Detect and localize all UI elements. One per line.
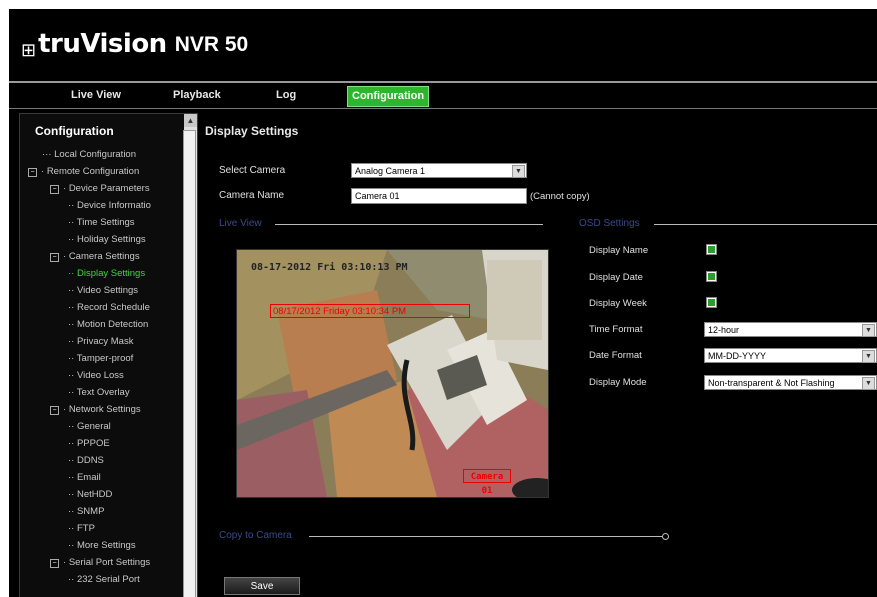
- sidebar-item-nethdd[interactable]: ·· NetHDD: [68, 489, 112, 501]
- sidebar-item-local-configuration[interactable]: ··· Local Configuration: [42, 149, 136, 161]
- chevron-down-icon[interactable]: ▼: [512, 165, 525, 178]
- osd-divider: [654, 224, 877, 225]
- app-frame: ⊞ truVision NVR 50 Live View Playback Lo…: [9, 9, 877, 597]
- sidebar-scrollbar[interactable]: ▲: [183, 114, 197, 597]
- brand-name: truVision: [38, 29, 167, 59]
- checkmark-icon: [708, 246, 715, 253]
- model-name: NVR 50: [174, 33, 249, 56]
- nav-divider: [9, 108, 877, 109]
- display-date-label: Display Date: [589, 272, 643, 283]
- sidebar-item-display-settings[interactable]: ·· Display Settings: [68, 268, 145, 280]
- sidebar-item-holiday-settings[interactable]: ·· Holiday Settings: [68, 234, 146, 246]
- header-divider: [9, 81, 877, 83]
- save-button[interactable]: Save: [224, 577, 300, 595]
- sidebar-item-video-loss[interactable]: ·· Video Loss: [68, 370, 124, 382]
- osd-datetime-overlay: 08-17-2012 Fri 03:10:13 PM: [251, 262, 408, 273]
- sidebar-item-device-information[interactable]: ·· Device Informatio: [68, 200, 151, 212]
- sidebar-item-device-parameters[interactable]: − · Device Parameters: [50, 183, 150, 195]
- top-nav: Live View Playback Log Configuration: [9, 84, 877, 107]
- checkmark-icon: [708, 299, 715, 306]
- sidebar-item-serial-port-settings[interactable]: − · Serial Port Settings: [50, 557, 150, 569]
- collapse-icon[interactable]: −: [50, 559, 59, 568]
- sidebar-item-ddns[interactable]: ·· DDNS: [68, 455, 104, 467]
- sidebar-item-general[interactable]: ·· General: [68, 421, 111, 433]
- collapse-icon[interactable]: −: [28, 168, 37, 177]
- collapse-icon[interactable]: −: [50, 185, 59, 194]
- camera-name-label: Camera Name: [219, 190, 285, 201]
- copy-to-camera-title: Copy to Camera: [219, 530, 292, 541]
- tab-log[interactable]: Log: [272, 86, 300, 105]
- display-date-checkbox[interactable]: [706, 271, 717, 282]
- checkmark-icon: [708, 273, 715, 280]
- sidebar-item-pppoe[interactable]: ·· PPPOE: [68, 438, 110, 450]
- date-format-value: MM-DD-YYYY: [708, 351, 766, 361]
- display-mode-dropdown[interactable]: Non-transparent & Not Flashing ▼: [704, 375, 877, 390]
- scroll-up-icon[interactable]: ▲: [184, 114, 197, 127]
- display-name-label: Display Name: [589, 245, 649, 256]
- sidebar-item-more-settings[interactable]: ·· More Settings: [68, 540, 136, 552]
- sidebar-item-text-overlay[interactable]: ·· Text Overlay: [68, 387, 130, 399]
- sidebar-item-ftp[interactable]: ·· FTP: [68, 523, 95, 535]
- chevron-down-icon[interactable]: ▼: [862, 377, 875, 390]
- chevron-down-icon[interactable]: ▼: [862, 324, 875, 337]
- sidebar-item-network-settings[interactable]: − · Network Settings: [50, 404, 141, 416]
- date-format-dropdown[interactable]: MM-DD-YYYY ▼: [704, 348, 877, 363]
- main-panel: Display Settings Select Camera Analog Ca…: [199, 113, 877, 597]
- live-view-divider: [275, 224, 543, 225]
- cannot-copy-note: (Cannot copy): [530, 191, 590, 202]
- select-camera-value: Analog Camera 1: [355, 166, 426, 176]
- logo: ⊞ truVision NVR 50: [21, 29, 248, 59]
- page-title: Display Settings: [205, 124, 299, 138]
- display-week-checkbox[interactable]: [706, 297, 717, 308]
- copy-divider: [309, 536, 665, 537]
- tab-playback[interactable]: Playback: [169, 86, 225, 105]
- display-mode-label: Display Mode: [589, 377, 647, 388]
- camera-scene-image: [237, 250, 548, 497]
- time-format-label: Time Format: [589, 324, 643, 335]
- collapse-icon[interactable]: −: [50, 406, 59, 415]
- time-format-value: 12-hour: [708, 325, 740, 335]
- tab-configuration[interactable]: Configuration: [347, 86, 430, 107]
- sidebar-item-camera-settings[interactable]: − · Camera Settings: [50, 251, 140, 263]
- camera-preview: 08-17-2012 Fri 03:10:13 PM 08/17/2012 Fr…: [236, 249, 549, 498]
- osd-text-region[interactable]: 08/17/2012 Friday 03:10:34 PM: [270, 304, 470, 318]
- sidebar-item-remote-configuration[interactable]: − · Remote Configuration: [28, 166, 139, 178]
- sidebar-item-email[interactable]: ·· Email: [68, 472, 101, 484]
- sidebar-item-privacy-mask[interactable]: ·· Privacy Mask: [68, 336, 133, 348]
- tab-live-view[interactable]: Live View: [67, 86, 125, 105]
- sidebar-title: Configuration: [35, 124, 114, 138]
- osd-section-title: OSD Settings: [579, 218, 640, 229]
- header: ⊞ truVision NVR 50: [9, 9, 877, 75]
- sidebar-item-232-serial-port[interactable]: ·· 232 Serial Port: [68, 574, 140, 586]
- camera-name-input[interactable]: Camera 01: [351, 188, 527, 204]
- time-format-dropdown[interactable]: 12-hour ▼: [704, 322, 877, 337]
- display-week-label: Display Week: [589, 298, 647, 309]
- sidebar-item-time-settings[interactable]: ·· Time Settings: [68, 217, 135, 229]
- sidebar-item-video-settings[interactable]: ·· Video Settings: [68, 285, 138, 297]
- sidebar-item-record-schedule[interactable]: ·· Record Schedule: [68, 302, 150, 314]
- sidebar-item-snmp[interactable]: ·· SNMP: [68, 506, 104, 518]
- display-name-checkbox[interactable]: [706, 244, 717, 255]
- select-camera-label: Select Camera: [219, 165, 286, 176]
- network-icon: ⊞: [21, 40, 37, 60]
- select-camera-dropdown[interactable]: Analog Camera 1 ▼: [351, 163, 527, 178]
- sidebar-item-motion-detection[interactable]: ·· Motion Detection: [68, 319, 148, 331]
- display-mode-value: Non-transparent & Not Flashing: [708, 378, 835, 388]
- live-view-section-title: Live View: [219, 218, 262, 229]
- sidebar-item-tamper-proof[interactable]: ·· Tamper-proof: [68, 353, 133, 365]
- collapse-icon[interactable]: −: [50, 253, 59, 262]
- osd-camera-name-region[interactable]: Camera 01: [463, 469, 511, 496]
- chevron-down-icon[interactable]: ▼: [862, 350, 875, 363]
- scroll-thumb[interactable]: [183, 130, 196, 597]
- config-sidebar: Configuration ··· Local Configuration − ·…: [19, 113, 198, 597]
- expand-section-icon[interactable]: [662, 533, 669, 540]
- date-format-label: Date Format: [589, 350, 642, 361]
